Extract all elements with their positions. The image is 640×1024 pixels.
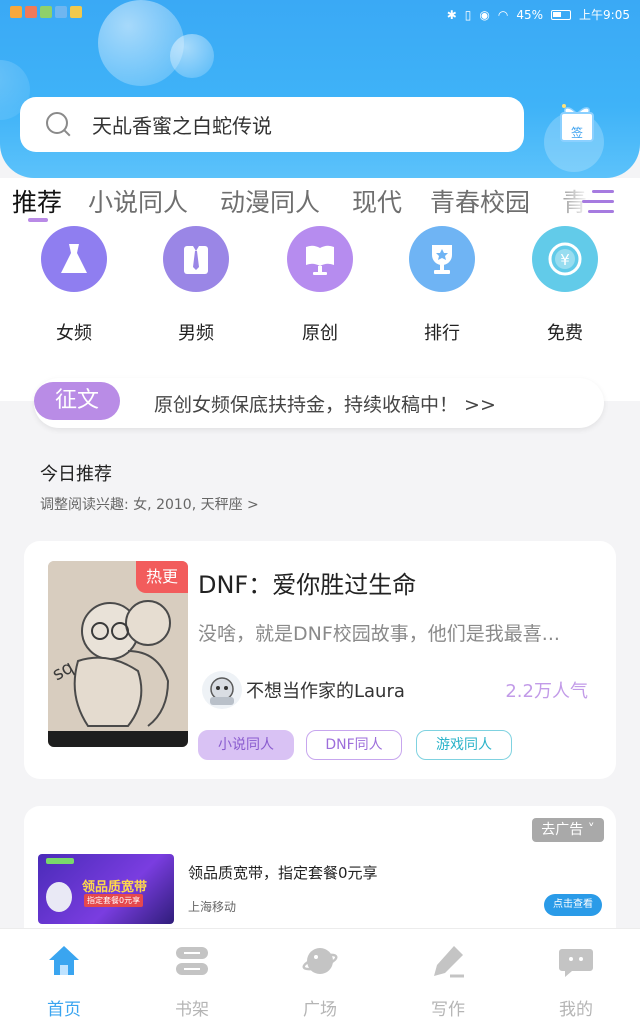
author-avatar[interactable] <box>202 671 242 709</box>
quick-entry-grid: 女频 男频 原创 排行 ¥ 免费 <box>0 226 640 401</box>
entry-female[interactable]: 女频 <box>24 226 124 345</box>
nav-bookshelf[interactable]: 书架 <box>152 943 232 1020</box>
book-title[interactable]: DNF：爱你胜过生命 <box>198 565 416 600</box>
nav-label: 写作 <box>431 1000 465 1020</box>
coin-icon: ¥ <box>532 226 598 292</box>
popularity-count: 2.2万人气 <box>505 681 588 702</box>
battery-icon <box>551 9 572 20</box>
svg-text:¥: ¥ <box>560 251 570 269</box>
vibrate-icon: ▯ <box>464 7 472 22</box>
entry-free[interactable]: ¥ 免费 <box>515 226 615 345</box>
tag-game-fanfic[interactable]: 游戏同人 <box>416 730 512 760</box>
decorative-bubble <box>170 34 214 78</box>
sign-in-label: 签 <box>570 126 583 140</box>
interest-settings-link[interactable]: 调整阅读兴趣: 女, 2010, 天秤座 > <box>40 494 259 514</box>
book-description: 没啥，就是DNF校园故事，他们是我最喜... <box>198 623 560 645</box>
search-icon <box>46 111 72 138</box>
dress-icon <box>41 226 107 292</box>
entry-label: 免费 <box>547 323 583 344</box>
entry-ranking[interactable]: 排行 <box>392 226 492 345</box>
bottom-navigation: 首页 书架 广场 写作 我的 <box>0 928 640 1024</box>
nav-write[interactable]: 写作 <box>408 943 488 1020</box>
header-banner: ✱ ▯ ◉ ◠ 45% 上午9:05 天乩香蜜之白蛇传说 签 <box>0 0 640 178</box>
book-stand-icon <box>287 226 353 292</box>
entry-label: 原创 <box>302 323 338 344</box>
ad-title[interactable]: 领品质宽带，指定套餐0元享 <box>188 862 378 883</box>
system-status: ✱ ▯ ◉ ◠ 45% 上午9:05 <box>447 6 630 23</box>
search-bar[interactable]: 天乩香蜜之白蛇传说 <box>20 97 524 152</box>
app-notification-icon <box>25 6 37 18</box>
ad-source: 上海移动 <box>188 900 237 914</box>
entry-male[interactable]: 男频 <box>146 226 246 345</box>
battery-percent: 45% <box>516 7 544 22</box>
entry-original[interactable]: 原创 <box>270 226 370 345</box>
tag-novel-fanfic[interactable]: 小说同人 <box>198 730 294 760</box>
ad-image-subtext: 指定套餐0元享 <box>84 894 144 907</box>
nav-label: 首页 <box>47 1000 81 1020</box>
nav-label: 广场 <box>303 1000 337 1020</box>
nav-me[interactable]: 我的 <box>536 943 616 1020</box>
ad-card[interactable]: 去广告 ˅ 领品质宽带 指定套餐0元享 领品质宽带，指定套餐0元享 上海移动 点… <box>24 806 616 946</box>
app-notification-icon <box>40 6 52 18</box>
entry-label: 女频 <box>56 323 92 344</box>
ad-view-button[interactable]: 点击查看 <box>544 894 602 916</box>
category-tabs: 推荐 小说同人 动漫同人 现代 青春校园 青春 <box>0 178 640 226</box>
ad-image[interactable]: 领品质宽带 指定套餐0元享 <box>38 854 174 924</box>
tab-recommend[interactable]: 推荐 <box>12 183 62 219</box>
author-name[interactable]: 不想当作家的Laura <box>246 677 405 703</box>
entry-label: 男频 <box>178 323 214 344</box>
tab-novel-fanfic[interactable]: 小说同人 <box>88 183 188 219</box>
planet-icon <box>302 948 338 974</box>
category-menu-icon[interactable] <box>582 188 614 214</box>
entry-label: 排行 <box>424 323 460 344</box>
search-input[interactable]: 天乩香蜜之白蛇传说 <box>92 110 272 139</box>
trophy-icon <box>409 226 475 292</box>
nav-square[interactable]: 广场 <box>280 943 360 1020</box>
tab-campus[interactable]: 青春校园 <box>430 183 530 219</box>
notice-text[interactable]: 原创女频保底扶持金，持续收稿中！ >> <box>154 390 496 417</box>
eye-icon: ◉ <box>479 7 490 22</box>
shirt-icon <box>163 226 229 292</box>
clock: 上午9:05 <box>579 8 630 22</box>
app-notification-icon <box>70 6 82 18</box>
section-title: 今日推荐 <box>40 464 112 485</box>
active-tab-indicator <box>28 218 48 222</box>
bookshelf-icon <box>176 947 208 975</box>
wifi-icon: ◠ <box>497 7 509 22</box>
astronaut-icon <box>46 882 72 912</box>
tab-anime-fanfic[interactable]: 动漫同人 <box>220 183 320 219</box>
nav-label: 我的 <box>559 1000 593 1020</box>
notice-banner[interactable]: 征文 原创女频保底扶持金，持续收稿中！ >> <box>34 378 604 428</box>
tab-modern[interactable]: 现代 <box>352 183 402 219</box>
ad-image-text: 领品质宽带 <box>82 880 148 895</box>
remove-ad-button[interactable]: 去广告 ˅ <box>532 818 604 842</box>
tag-dnf-fanfic[interactable]: DNF同人 <box>306 730 402 760</box>
book-card[interactable]: sq 热更 DNF：爱你胜过生命 没啥，就是DNF校园故事，他们是我最喜... … <box>24 541 616 779</box>
chat-face-icon <box>559 949 593 977</box>
app-notification-icon <box>55 6 67 18</box>
nav-home[interactable]: 首页 <box>24 943 104 1020</box>
notification-icons <box>10 6 82 18</box>
bluetooth-icon: ✱ <box>446 7 457 22</box>
home-icon <box>49 946 79 975</box>
app-notification-icon <box>10 6 22 18</box>
hot-update-badge: 热更 <box>136 561 188 593</box>
status-bar: ✱ ▯ ◉ ◠ 45% 上午9:05 <box>0 0 640 28</box>
pen-icon <box>434 946 464 978</box>
notice-badge: 征文 <box>34 382 120 420</box>
nav-label: 书架 <box>175 1000 209 1020</box>
